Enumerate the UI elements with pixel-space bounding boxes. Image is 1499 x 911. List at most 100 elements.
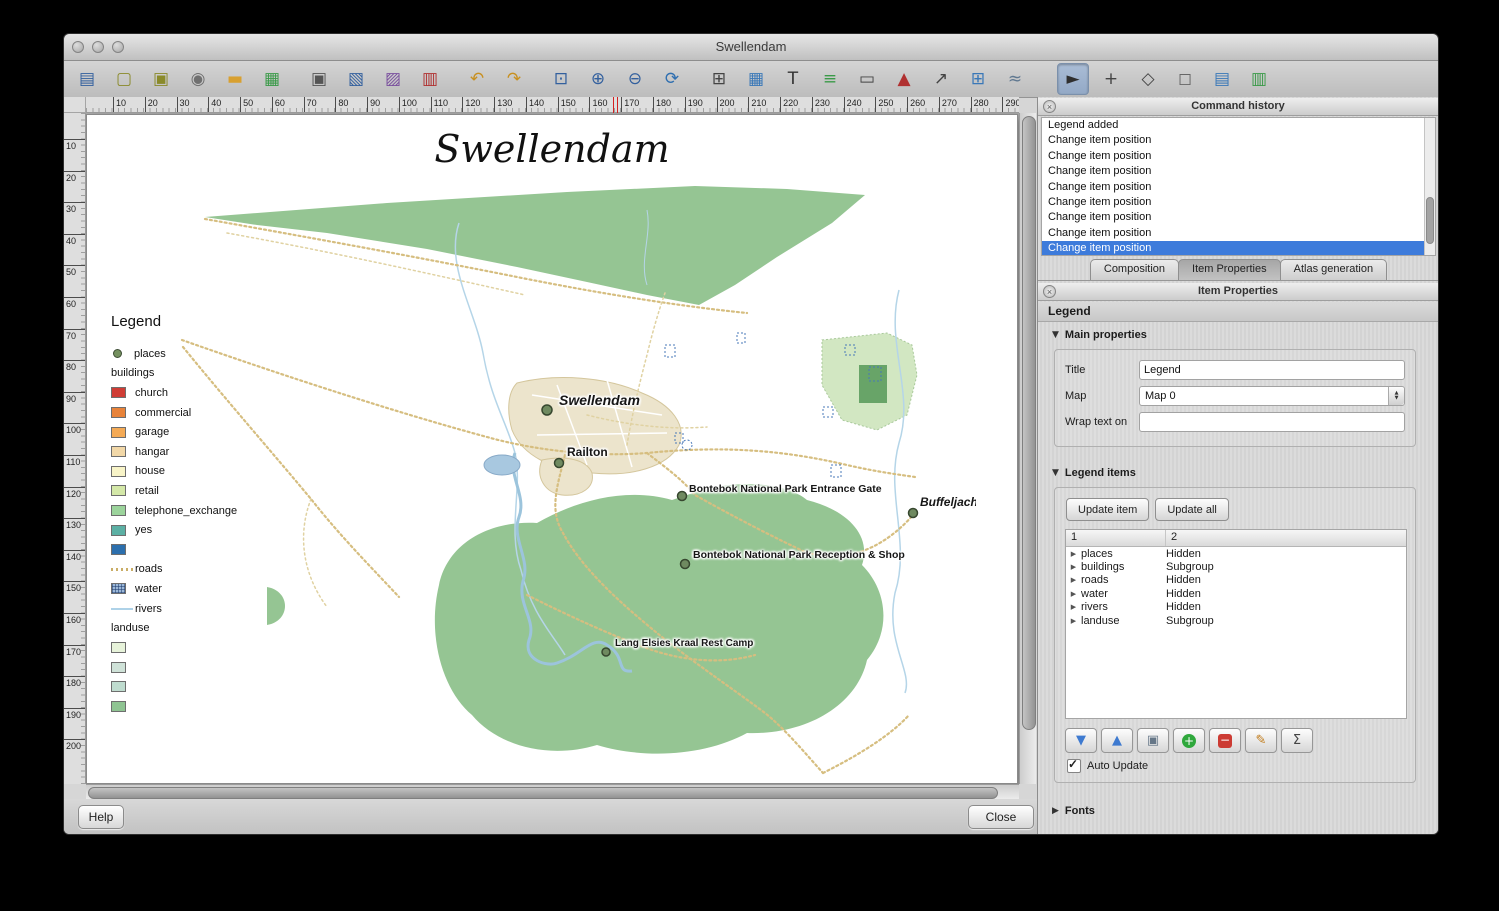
main-properties-disclosure[interactable]: ▼ Main properties [1052,329,1147,341]
zoom-full-icon[interactable]: ⊡ [546,64,576,94]
raise-items-icon[interactable]: ▤ [1207,64,1237,94]
add-item-button[interactable]: + [1173,728,1205,753]
expand-triangle-icon[interactable]: ▶ [1066,603,1081,611]
ruler-tick-label: 20 [64,171,85,203]
toolbar-button[interactable] [1037,64,1047,94]
zoom-in-icon[interactable]: ⊕ [583,64,613,94]
canvas-vertical-scrollbar[interactable] [1019,113,1036,784]
refresh-icon[interactable]: ⟳ [657,64,687,94]
save-template-icon[interactable]: ▦ [257,64,287,94]
new-composition-icon[interactable]: ▢ [109,64,139,94]
redo-icon[interactable]: ↷ [499,64,529,94]
add-legend-icon[interactable]: ≡ [815,64,845,94]
legend-items-disclosure[interactable]: ▼ Legend items [1052,467,1136,479]
legend-item[interactable]: Legend places buildings [111,313,291,716]
expand-triangle-icon[interactable]: ▶ [1066,576,1081,584]
history-scrollbar-thumb[interactable] [1426,197,1434,244]
copy-item-button[interactable]: ▣ [1137,728,1169,753]
fonts-disclosure[interactable]: ▶ Fonts [1052,805,1095,817]
edit-item-button[interactable]: ✎ [1245,728,1277,753]
composer-canvas[interactable]: Swellendam Swellendam Railton Bontebok N… [86,113,1019,784]
move-item-up-button[interactable]: ▲ [1101,728,1133,753]
count-features-button[interactable]: Σ [1281,728,1313,753]
history-item[interactable]: Change item position [1042,180,1435,195]
tab[interactable]: Composition [1090,259,1179,280]
title-input[interactable] [1139,360,1405,380]
history-item[interactable]: Legend added [1042,118,1435,133]
item-options-icon[interactable]: ◻ [1170,64,1200,94]
canvas-horizontal-scrollbar[interactable] [86,784,1019,799]
zoom-out-icon[interactable]: ⊖ [620,64,650,94]
expand-triangle-icon[interactable]: ▶ [1066,550,1081,558]
legend-tree-row[interactable]: ▶ roads Hidden [1066,574,1406,587]
add-map-icon[interactable]: ⊞ [704,64,734,94]
tab[interactable]: Atlas generation [1280,259,1388,280]
history-item[interactable]: Change item position [1042,241,1435,256]
move-item-content-icon[interactable]: + [1096,64,1126,94]
add-table-icon[interactable]: ⊞ [963,64,993,94]
legend-tree-row[interactable]: ▶ places Hidden [1066,547,1406,560]
history-item[interactable]: Change item position [1042,195,1435,210]
move-item-down-button[interactable]: ▼ [1065,728,1097,753]
toolbar-button[interactable] [1047,64,1057,94]
column-header[interactable]: 2 [1166,530,1406,546]
close-button[interactable]: Close [968,805,1034,829]
update-item-button[interactable]: Update item [1066,498,1149,521]
history-item[interactable]: Change item position [1042,133,1435,148]
zoom-window-button[interactable] [112,41,124,53]
save-project-icon[interactable]: ▤ [72,64,102,94]
history-item[interactable]: Change item position [1042,226,1435,241]
close-panel-icon[interactable]: × [1043,100,1056,113]
expand-triangle-icon[interactable]: ▶ [1066,617,1081,625]
add-shape-icon[interactable]: ▲ [889,64,919,94]
add-arrow-icon[interactable]: ↗ [926,64,956,94]
history-item[interactable]: Change item position [1042,149,1435,164]
horizontal-scrollbar-thumb[interactable] [88,787,998,799]
align-items-icon[interactable]: ▥ [1244,64,1274,94]
help-button[interactable]: Help [78,805,124,829]
vertical-scrollbar-thumb[interactable] [1022,116,1036,730]
toolbar-button[interactable] [294,64,304,94]
add-html-icon[interactable]: ≈ [1000,64,1030,94]
wrap-text-input[interactable] [1139,412,1405,432]
legend-tree-row[interactable]: ▶ water Hidden [1066,587,1406,600]
map-select[interactable]: Map 0 ▲▼ [1139,386,1405,406]
update-all-button[interactable]: Update all [1155,498,1229,521]
table-header: 1 2 [1066,530,1406,547]
select-move-item-icon[interactable]: ► [1057,63,1089,95]
toolbar-button[interactable] [452,64,462,94]
undo-icon[interactable]: ↶ [462,64,492,94]
duplicate-composition-icon[interactable]: ▣ [146,64,176,94]
toolbar-button[interactable] [536,64,546,94]
open-template-icon[interactable]: ▬ [220,64,250,94]
export-image-icon[interactable]: ▧ [341,64,371,94]
tab[interactable]: Item Properties [1178,259,1281,280]
toolbar-button[interactable] [694,64,704,94]
history-item[interactable]: Change item position [1042,164,1435,179]
composer-manager-icon[interactable]: ◉ [183,64,213,94]
expand-triangle-icon[interactable]: ▶ [1066,590,1081,598]
auto-update-checkbox[interactable] [1067,759,1081,773]
history-item[interactable]: Change item position [1042,210,1435,225]
add-label-icon[interactable]: T [778,64,808,94]
map-title-item[interactable]: Swellendam [87,127,1017,171]
edit-nodes-icon[interactable]: ◇ [1133,64,1163,94]
stepper-icon[interactable]: ▲▼ [1388,387,1404,405]
close-window-button[interactable] [72,41,84,53]
expand-triangle-icon[interactable]: ▶ [1066,563,1081,571]
column-header[interactable]: 1 [1066,530,1166,546]
composer-window: Swellendam ▤ ▢ ▣ ◉ [63,33,1439,835]
export-svg-icon[interactable]: ▨ [378,64,408,94]
print-icon[interactable]: ▣ [304,64,334,94]
remove-item-button[interactable]: − [1209,728,1241,753]
add-image-icon[interactable]: ▦ [741,64,771,94]
composer-page[interactable]: Swellendam Swellendam Railton Bontebok N… [86,114,1018,784]
legend-tree-row[interactable]: ▶ landuse Subgroup [1066,614,1406,627]
add-scalebar-icon[interactable]: ▭ [852,64,882,94]
legend-tree-row[interactable]: ▶ rivers Hidden [1066,601,1406,614]
minimize-window-button[interactable] [92,41,104,53]
history-scrollbar[interactable] [1424,118,1435,255]
export-pdf-icon[interactable]: ▥ [415,64,445,94]
legend-tree-row[interactable]: ▶ buildings Subgroup [1066,560,1406,573]
close-panel-icon[interactable]: × [1043,285,1056,298]
